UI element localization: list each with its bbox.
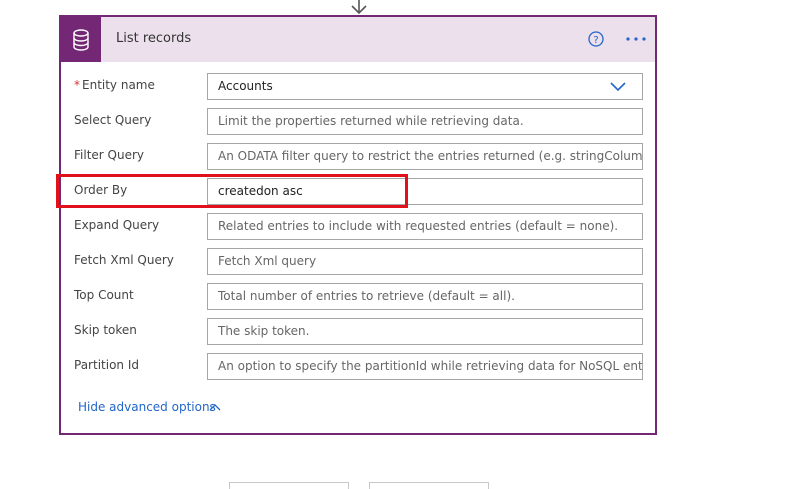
row-top-count: Top Count Total number of entries to ret… (61, 283, 659, 314)
hide-advanced-options-link[interactable]: Hide advanced options (78, 400, 216, 414)
filter-query-input[interactable]: An ODATA filter query to restrict the en… (207, 143, 643, 170)
order-by-highlight-box (56, 174, 408, 208)
row-fetch-xml-query: Fetch Xml Query Fetch Xml query (61, 248, 659, 279)
row-entity-name: * Entity name Accounts (61, 73, 659, 104)
row-skip-token: Skip token The skip token. (61, 318, 659, 349)
expand-query-label: Expand Query (74, 218, 160, 232)
row-partition-id: Partition Id An option to specify the pa… (61, 353, 659, 384)
entity-name-label: * Entity name (74, 78, 155, 92)
filter-query-label: Filter Query (74, 148, 145, 162)
skip-token-label: Skip token (74, 323, 137, 337)
more-options-icon[interactable] (624, 29, 648, 49)
save-button-partial[interactable] (369, 482, 489, 489)
fetch-xml-query-input[interactable]: Fetch Xml query (207, 248, 643, 275)
row-select-query: Select Query Limit the properties return… (61, 108, 659, 139)
database-icon (61, 17, 101, 62)
card-header[interactable]: List records ? (61, 17, 655, 62)
card-title: List records (116, 31, 192, 46)
partition-id-label: Partition Id (74, 358, 139, 372)
chevron-down-icon (610, 82, 626, 92)
row-expand-query: Expand Query Related entries to include … (61, 213, 659, 244)
help-icon[interactable]: ? (588, 31, 604, 47)
flow-arrow-down-icon (351, 0, 367, 15)
new-step-button-partial[interactable] (229, 482, 349, 489)
select-query-label: Select Query (74, 113, 152, 127)
skip-token-input[interactable]: The skip token. (207, 318, 643, 345)
entity-name-dropdown[interactable]: Accounts (207, 73, 643, 100)
partition-id-input[interactable]: An option to specify the partitionId whi… (207, 353, 643, 380)
chevron-up-icon[interactable] (209, 403, 221, 411)
top-count-label: Top Count (74, 288, 134, 302)
expand-query-input[interactable]: Related entries to include with requeste… (207, 213, 643, 240)
list-records-card: List records ? * Entity name Accounts Sel… (59, 15, 657, 435)
svg-text:?: ? (593, 35, 598, 46)
select-query-input[interactable]: Limit the properties returned while retr… (207, 108, 643, 135)
fetch-xml-query-label: Fetch Xml Query (74, 253, 174, 267)
required-marker: * (74, 78, 80, 92)
top-count-input[interactable]: Total number of entries to retrieve (def… (207, 283, 643, 310)
row-filter-query: Filter Query An ODATA filter query to re… (61, 143, 659, 174)
